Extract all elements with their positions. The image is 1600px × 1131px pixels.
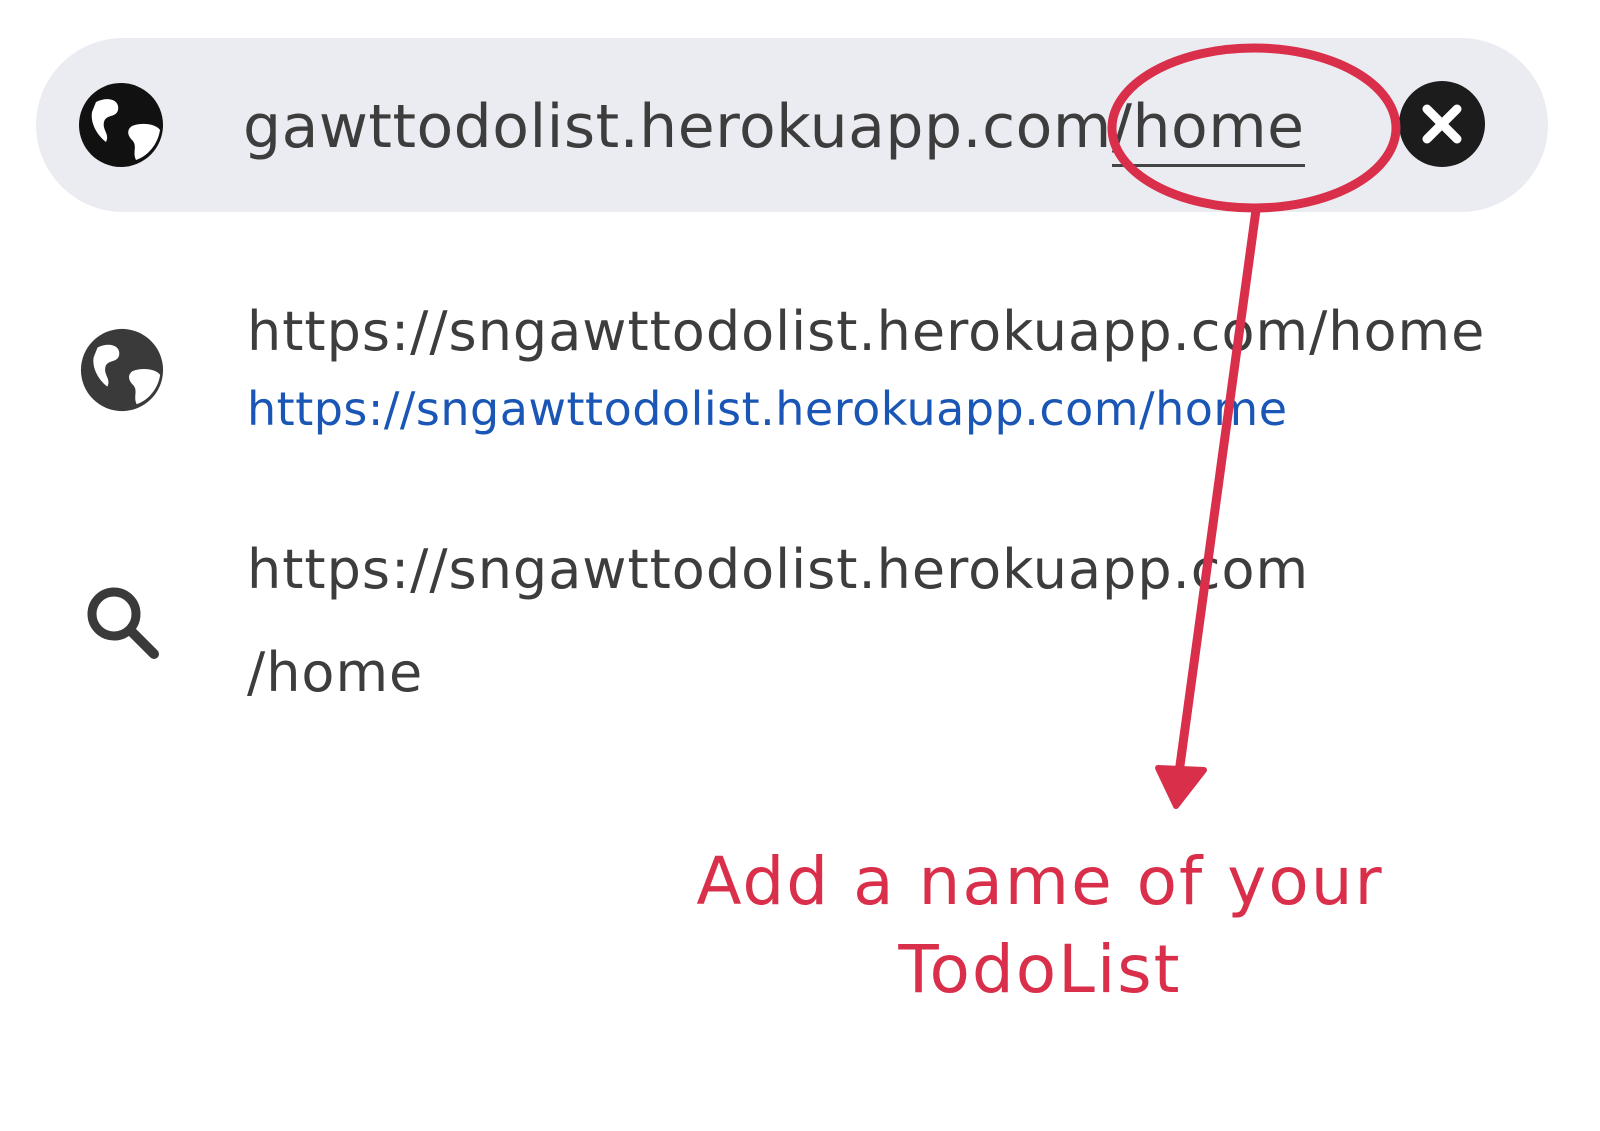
suggestion-item-url[interactable]: https://sngawttodolist.herokuapp.com/hom… [0,290,1600,460]
globe-icon [80,328,164,412]
suggestion-item-search[interactable]: https://sngawttodolist.herokuapp.com /ho… [0,520,1600,720]
url-path: /home [1111,92,1305,167]
suggestion-title: https://sngawttodolist.herokuapp.com/hom… [247,300,1486,363]
annotation-line1: Add a name of your [696,843,1384,920]
clear-button[interactable] [1399,81,1485,167]
suggestion-query-line1: https://sngawttodolist.herokuapp.com [247,538,1310,601]
search-icon [87,587,159,659]
url-field[interactable]: gawttodolist.herokuapp.com/home [243,82,1305,172]
annotation-line2: TodoList [898,931,1182,1008]
globe-icon [79,83,163,167]
close-icon [1422,104,1462,144]
url-domain: gawttodolist.herokuapp.com [243,92,1112,162]
annotation-text: Add a name of your TodoList [640,838,1440,1014]
suggestion-query-line2: /home [247,641,424,704]
annotation-arrow-head [1155,765,1207,809]
suggestion-url: https://sngawttodolist.herokuapp.com/hom… [247,382,1288,436]
